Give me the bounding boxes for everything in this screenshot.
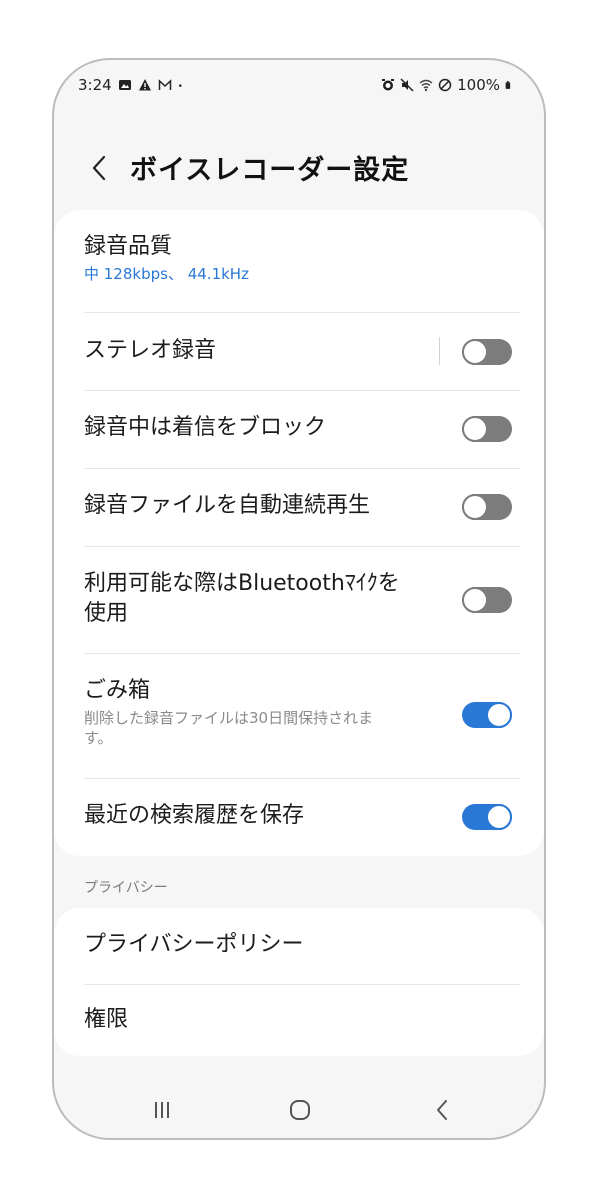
battery-percent: 100% [457, 76, 500, 94]
search-history-toggle[interactable] [462, 804, 512, 830]
bluetooth-mic-label-line1: 利用可能な際はBluetoothﾏｲｸを [84, 571, 400, 596]
privacy-policy-label: プライバシーポリシー [84, 932, 304, 957]
back-icon [437, 1100, 447, 1120]
navigation-bar [54, 1084, 544, 1134]
recording-quality-item[interactable]: 録音品質 中 128kbps、 44.1kHz [84, 232, 520, 302]
wifi-icon [419, 79, 433, 92]
phone-frame: 3:24 100% ボイスレコーダー設定 録音品質 中 128kbps、 44.… [52, 58, 546, 1140]
bluetooth-mic-toggle[interactable] [462, 587, 512, 613]
privacy-card: プライバシーポリシー 権限 [54, 908, 544, 1056]
recent-apps-button[interactable] [142, 1098, 182, 1122]
stereo-recording-toggle[interactable] [462, 339, 512, 365]
trash-label: ごみ箱 [84, 678, 151, 703]
warning-icon [138, 79, 151, 91]
back-button[interactable] [82, 150, 116, 186]
bluetooth-mic-item[interactable]: 利用可能な際はBluetoothﾏｲｸを 使用 [84, 547, 520, 653]
search-history-label: 最近の検索履歴を保存 [84, 803, 305, 828]
permissions-label: 権限 [84, 1007, 129, 1032]
permissions-item[interactable]: 権限 [84, 985, 520, 1055]
privacy-policy-item[interactable]: プライバシーポリシー [84, 908, 520, 984]
stereo-recording-item[interactable]: ステレオ録音 [84, 313, 520, 390]
settings-card: 録音品質 中 128kbps、 44.1kHz ステレオ録音 録音中は着信をブロ… [54, 210, 544, 856]
status-bar: 3:24 100% [54, 60, 544, 110]
recording-quality-label: 録音品質 [84, 234, 173, 259]
status-time: 3:24 [78, 76, 112, 94]
block-calls-toggle[interactable] [462, 416, 512, 442]
mute-icon [400, 78, 414, 92]
search-history-item[interactable]: 最近の検索履歴を保存 [84, 779, 520, 856]
chevron-left-icon [92, 155, 106, 181]
autoplay-item[interactable]: 録音ファイルを自動連続再生 [84, 469, 520, 546]
page-title: ボイスレコーダー設定 [130, 155, 410, 186]
nav-back-button[interactable] [422, 1098, 462, 1122]
alarm-icon [382, 79, 395, 91]
autoplay-toggle[interactable] [462, 494, 512, 520]
home-button[interactable] [280, 1098, 320, 1122]
mail-icon [158, 79, 171, 90]
header: ボイスレコーダー設定 [54, 140, 544, 210]
stereo-recording-label: ステレオ録音 [84, 338, 217, 363]
trash-desc-line2: す。 [84, 729, 113, 747]
autoplay-label: 録音ファイルを自動連続再生 [84, 493, 371, 518]
block-calls-label: 録音中は着信をブロック [84, 415, 327, 440]
trash-toggle[interactable] [462, 702, 512, 728]
trash-item[interactable]: ごみ箱 削除した録音ファイルは30日間保持されま す。 [84, 654, 520, 778]
block-calls-item[interactable]: 録音中は着信をブロック [84, 391, 520, 468]
dnd-icon [438, 78, 452, 92]
gallery-icon [118, 80, 131, 90]
battery-icon [505, 81, 511, 89]
bluetooth-mic-label-line2: 使用 [84, 601, 129, 626]
recording-quality-value: 中 128kbps、 44.1kHz [84, 265, 249, 283]
trash-desc-line1: 削除した録音ファイルは30日間保持されま [84, 709, 374, 727]
vertical-separator [439, 337, 440, 365]
home-icon [290, 1100, 310, 1120]
privacy-section-label: プライバシー [84, 880, 168, 896]
recent-apps-icon [155, 1102, 169, 1118]
dot-icon [178, 84, 182, 87]
